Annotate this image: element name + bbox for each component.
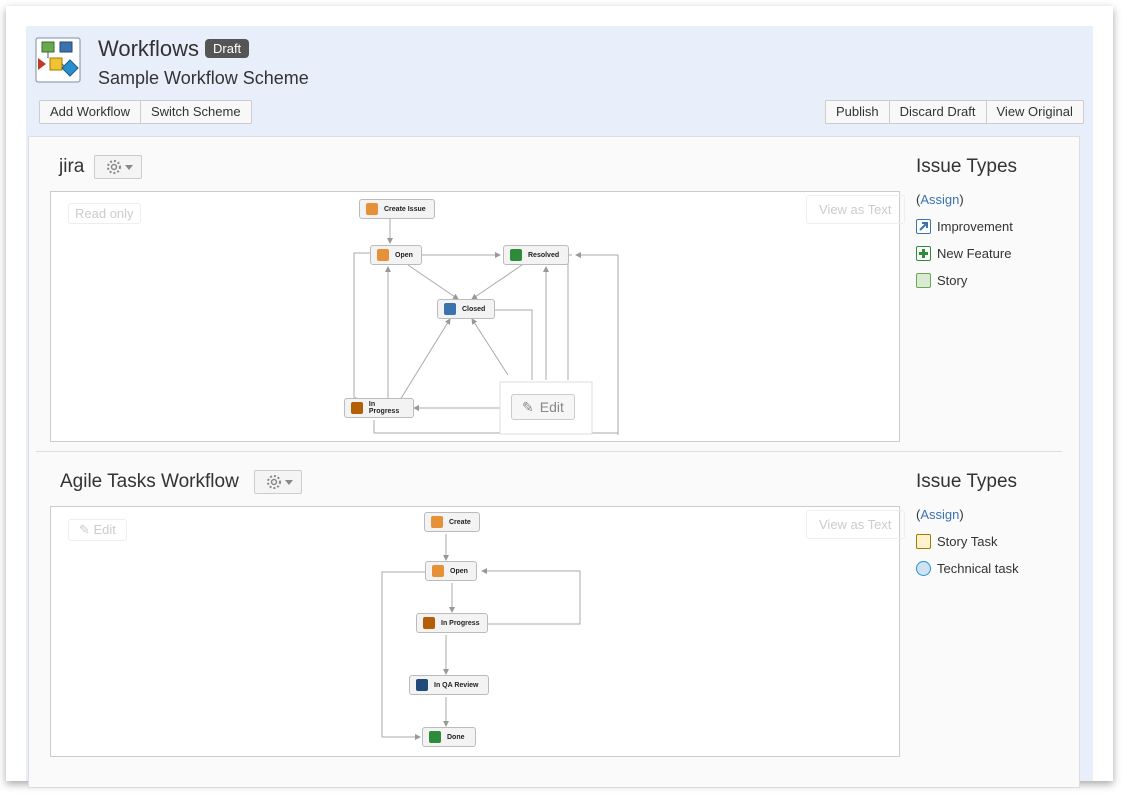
view-as-text-link[interactable]: View as Text [806, 195, 905, 224]
agile-transitions [381, 534, 581, 740]
edit-workflow-button[interactable]: ✎ Edit [511, 394, 575, 420]
pencil-icon: ✎ [79, 522, 94, 537]
assign-link[interactable]: Assign [920, 192, 959, 207]
scheme-actions-right: Publish Discard Draft View Original [825, 100, 1084, 124]
issue-type-story: Story [916, 273, 967, 288]
done-status-icon [429, 731, 441, 743]
create-status-icon [366, 203, 378, 215]
issue-types-heading: Issue Types [916, 156, 1018, 177]
draft-badge: Draft [205, 39, 250, 58]
read-only-label: Read only [68, 203, 141, 224]
technical-task-icon [916, 561, 931, 576]
status-node-in-progress[interactable]: In Progress [416, 613, 488, 633]
edit-workflow-button[interactable]: ✎ Edit [68, 519, 127, 541]
closed-status-icon [444, 303, 456, 315]
issue-type-improvement: Improvement [916, 219, 1013, 234]
create-status-icon [431, 516, 443, 528]
discard-draft-button[interactable]: Discard Draft [889, 100, 987, 124]
status-node-resolved[interactable]: Resolved [503, 245, 569, 265]
issue-type-technical-task: Technical task [916, 561, 1019, 576]
add-workflow-button[interactable]: Add Workflow [39, 100, 141, 124]
workflow-actions-dropdown[interactable] [94, 155, 142, 179]
workflow-logo-icon [35, 37, 81, 83]
page-title: Workflows [98, 36, 200, 61]
pencil-icon: ✎ [522, 398, 534, 415]
switch-scheme-button[interactable]: Switch Scheme [140, 100, 252, 124]
resolved-status-icon [510, 249, 522, 261]
gear-icon [107, 160, 133, 174]
assign-issue-types: (Assign) [916, 192, 964, 207]
qa-review-status-icon [416, 679, 428, 691]
scheme-name: Sample Workflow Scheme [98, 68, 309, 88]
status-node-create-issue[interactable]: Create Issue [359, 199, 435, 219]
status-node-in-qa-review[interactable]: In QA Review [409, 675, 489, 695]
scheme-actions-left: Add Workflow Switch Scheme [39, 100, 252, 124]
new-feature-icon [916, 246, 931, 261]
status-node-done[interactable]: Done [422, 727, 476, 747]
status-node-closed[interactable]: Closed [437, 299, 495, 319]
issue-types-heading: Issue Types [916, 471, 1018, 492]
assign-issue-types: (Assign) [916, 507, 964, 522]
issue-type-new-feature: New Feature [916, 246, 1011, 261]
view-original-button[interactable]: View Original [986, 100, 1084, 124]
in-progress-status-icon [423, 617, 435, 629]
open-status-icon [377, 249, 389, 261]
in-progress-status-icon [351, 402, 363, 414]
workflow-divider [36, 451, 1062, 452]
open-status-icon [432, 565, 444, 577]
status-node-open[interactable]: Open [370, 245, 422, 265]
status-node-create[interactable]: Create [424, 512, 480, 532]
story-task-icon [916, 534, 931, 549]
issue-type-story-task: Story Task [916, 534, 997, 549]
view-as-text-link[interactable]: View as Text [806, 510, 905, 539]
publish-button[interactable]: Publish [825, 100, 890, 124]
improvement-icon [916, 219, 931, 234]
assign-link[interactable]: Assign [920, 507, 959, 522]
workflow-actions-dropdown[interactable] [254, 470, 302, 494]
story-icon [916, 273, 931, 288]
status-node-open[interactable]: Open [425, 561, 477, 581]
gear-icon [267, 475, 293, 489]
status-node-in-progress[interactable]: In Progress [344, 398, 414, 418]
workflow-name-agile-tasks: Agile Tasks Workflow [60, 471, 239, 492]
workflow-name-jira: jira [59, 156, 85, 177]
